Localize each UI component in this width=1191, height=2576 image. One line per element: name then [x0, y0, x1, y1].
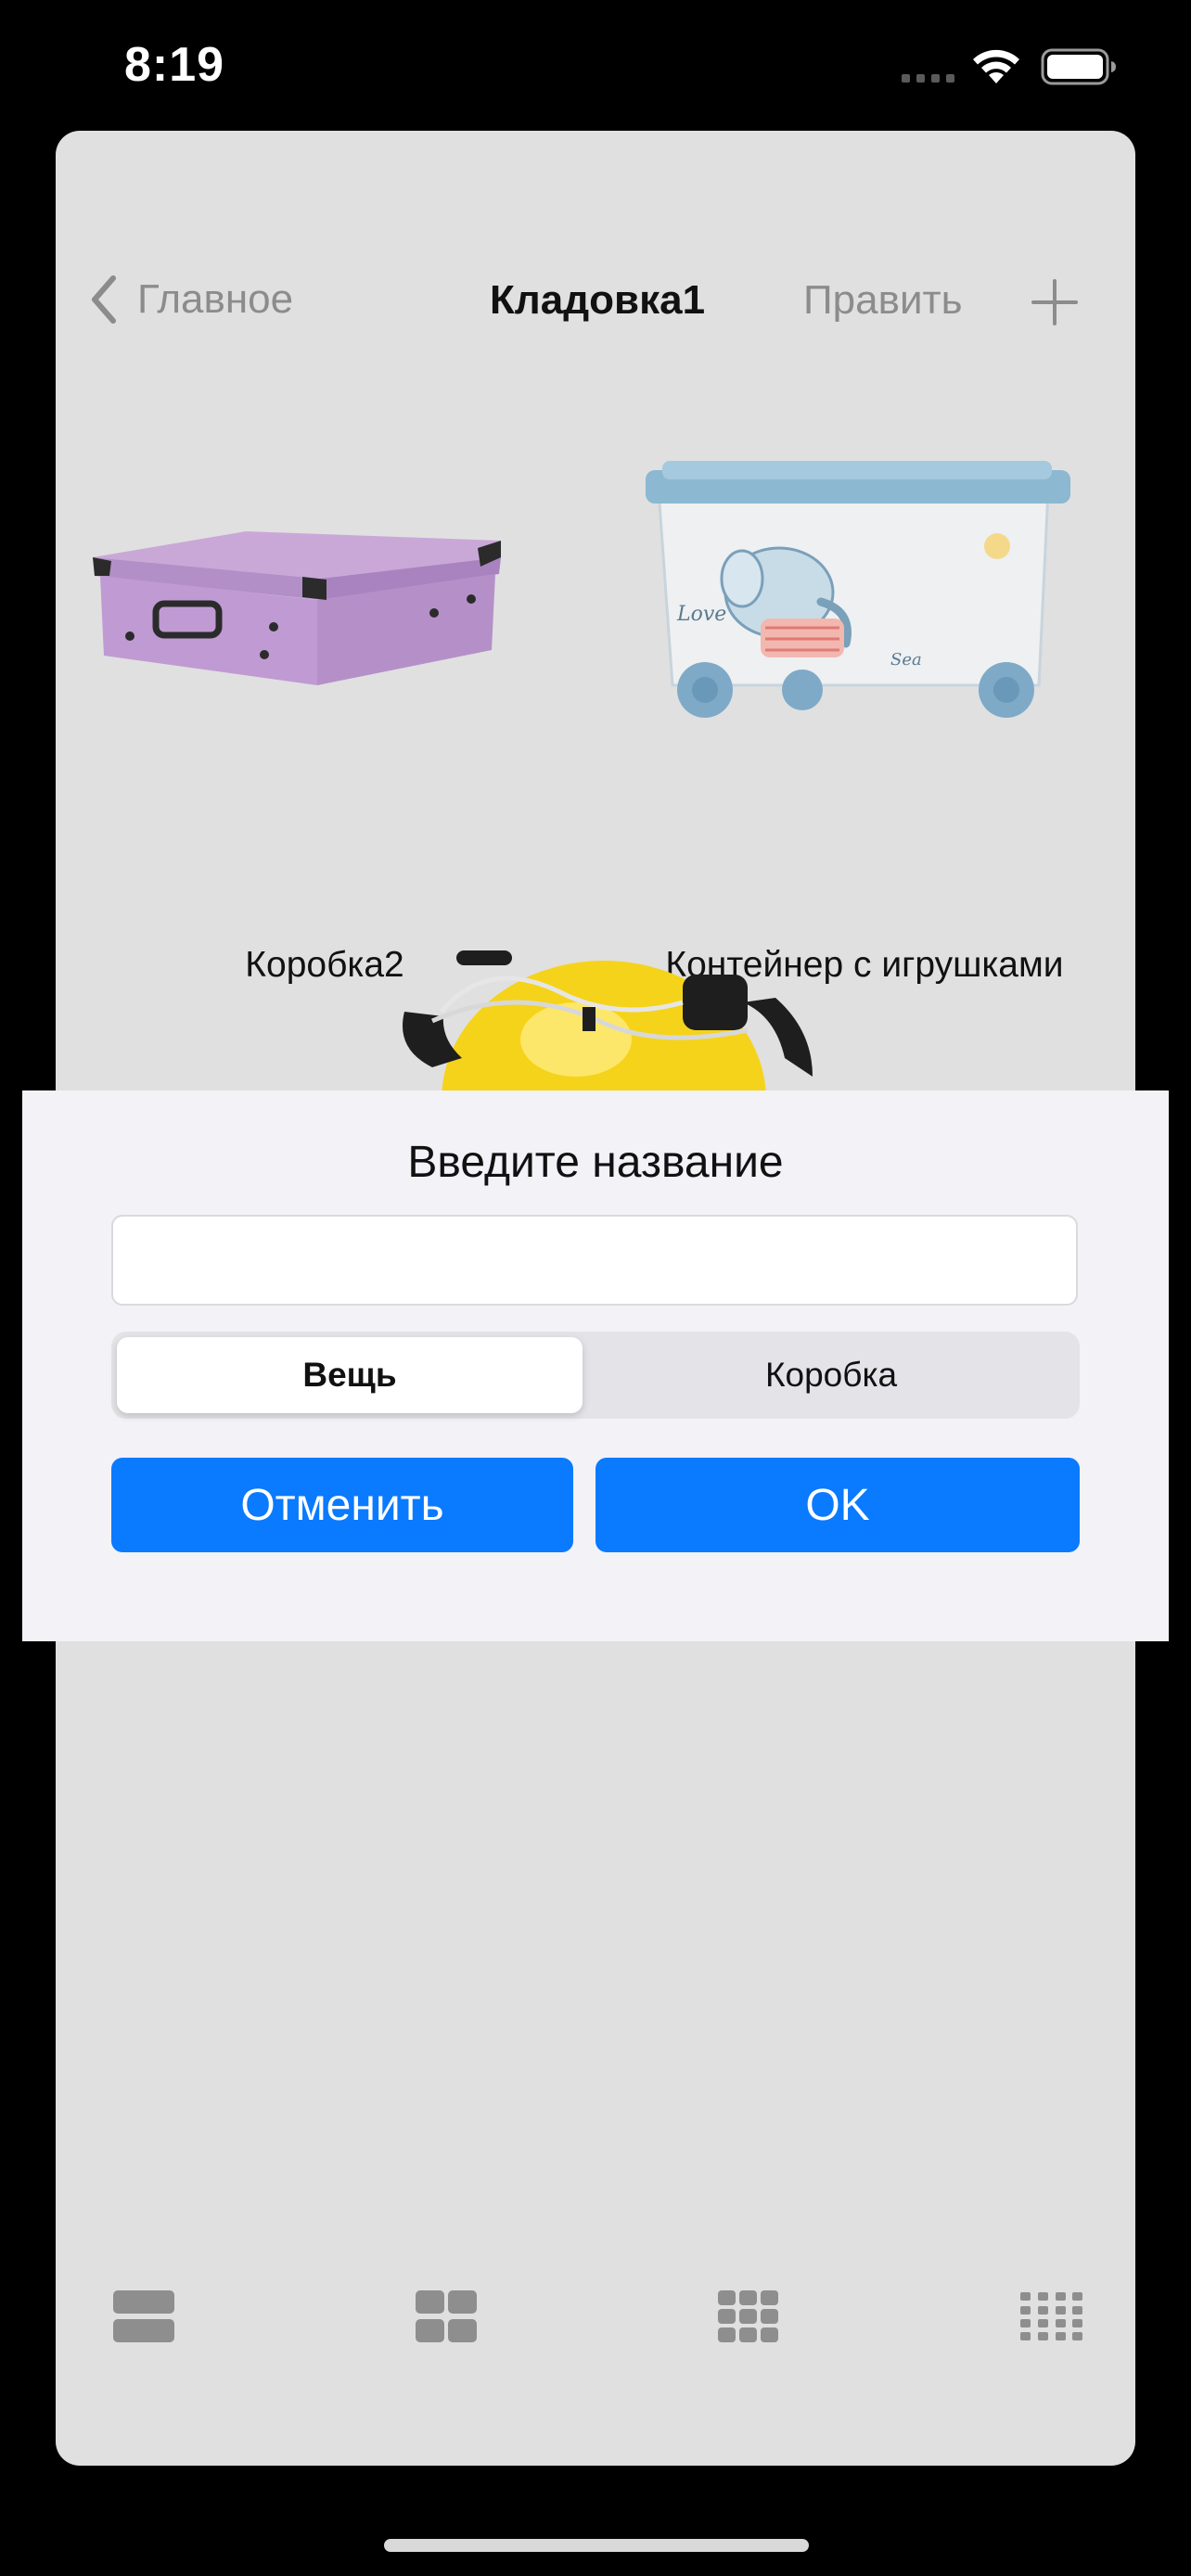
plus-icon[interactable]: [1031, 279, 1078, 325]
segment-box[interactable]: Коробка: [588, 1337, 1074, 1413]
four-column-icon[interactable]: [1018, 2289, 1083, 2344]
ok-button[interactable]: OK: [596, 1458, 1080, 1552]
battery-icon: [1041, 48, 1117, 85]
wifi-icon: [970, 46, 1022, 85]
two-column-icon[interactable]: [414, 2289, 479, 2344]
cancel-button[interactable]: Отменить: [111, 1458, 573, 1552]
segment-item[interactable]: Вещь: [117, 1337, 583, 1413]
grid-item[interactable]: [325, 928, 863, 1114]
three-column-icon[interactable]: [716, 2289, 781, 2344]
grid-item[interactable]: Love Sea Контейнер с игрушками: [594, 409, 1135, 1002]
home-indicator[interactable]: [384, 2539, 809, 2552]
svg-text:Love: Love: [676, 603, 726, 626]
type-segmented-control: Вещь Коробка: [111, 1332, 1080, 1419]
svg-text:Sea: Sea: [890, 650, 922, 670]
page-title-text: Кладовка1: [489, 277, 706, 323]
name-input[interactable]: [111, 1215, 1078, 1306]
dialog-title: Введите название: [407, 1138, 784, 1187]
one-column-icon[interactable]: [111, 2289, 176, 2344]
toy-container-image: Love Sea: [646, 461, 1070, 718]
purple-storage-box-image: [93, 531, 501, 685]
edit-button[interactable]: Править: [803, 277, 963, 324]
grid-item[interactable]: Коробка2: [56, 409, 594, 1002]
cellular-signal-icon: [902, 74, 955, 83]
yellow-drinking-helmet-image: [403, 950, 813, 1114]
new-item-dialog: Введите название Вещь Коробка Отменить O…: [22, 1090, 1169, 1641]
status-time: 8:19: [124, 38, 225, 92]
page-title: Кладовка1: [56, 277, 1135, 324]
